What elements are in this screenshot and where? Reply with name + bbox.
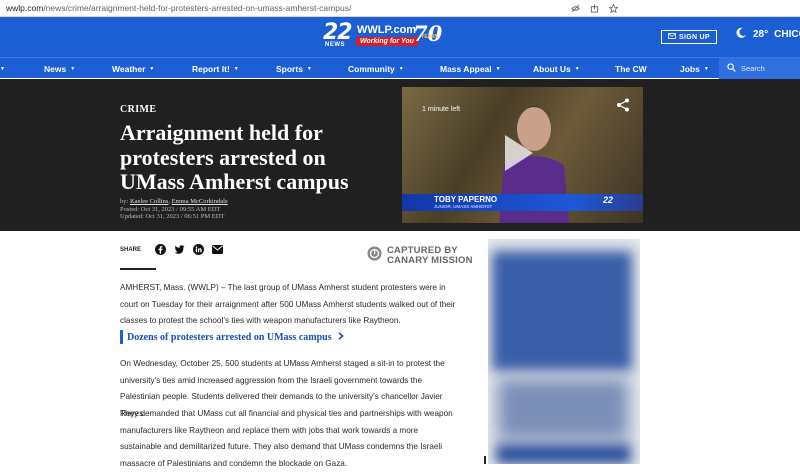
nav-item-the-cw[interactable]: The CW [615,58,647,79]
weather-city: CHICOP [774,29,800,40]
facebook-icon[interactable] [155,244,167,255]
article-headline: Arraignment held for protesters arrested… [120,120,349,194]
weather-temp: 28° [753,29,769,40]
author-link[interactable]: Emma McCorkindale [172,198,228,205]
lower-third-sub: JUNIOR, UMASS AMHERST [434,204,493,209]
search-placeholder: Search [741,64,765,73]
article-category[interactable]: CRIME [120,104,156,115]
nav-item-jobs[interactable]: Jobs ▼ [680,58,709,79]
chevron-down-icon: ▼ [398,65,404,72]
chevron-down-icon: ▼ [703,65,709,72]
share-icon[interactable] [616,98,630,115]
nav-item-label: Jobs [680,63,700,74]
nav-item-label: Sports [276,63,303,74]
sidebar-advertisement[interactable] [488,239,640,464]
nav-item-report-it[interactable]: Report It! ▼ [192,58,239,79]
share-label: SHARE [120,246,142,253]
logo-news: NEWS [325,42,345,48]
nav-overflow-caret[interactable]: ▼ [0,58,5,79]
moon-icon [735,27,747,42]
share-bar: SHARE [120,244,231,255]
article-meta: by: Kaelee Collins, Emma McCorkindale Po… [120,198,228,220]
canary-mission-icon [367,246,382,266]
byline-prefix: by: [120,198,129,205]
nav-item-label: The CW [615,63,647,74]
share-divider [120,268,156,270]
nav-item-label: Weather [112,63,146,74]
article-hero: CRIME Arraignment held for protesters ar… [0,79,800,231]
captured-line2: CANARY MISSION [387,255,473,266]
wwlp-logo[interactable]: 22 NEWS WWLP.com Working for You 70 YEAR… [323,20,442,52]
nav-item-label: About Us [533,63,571,74]
nav-item-sports[interactable]: Sports ▼ [276,58,312,79]
main-nav: ▼ News ▼ Weather ▼ Report It! ▼ Sports ▼ Com… [0,57,800,79]
lower-third-name: TOBY PAPERNO [434,195,498,204]
logo-site: WWLP.com [357,24,417,36]
video-player[interactable]: 1 minute left TOBY PAPERNO JUNIOR, UMASS… [402,87,643,223]
video-time-left: 1 minute left [422,106,461,113]
video-channel-badge: 22 [603,195,614,205]
author-link[interactable]: Kaelee Collins [130,198,168,205]
play-icon[interactable] [505,135,533,171]
chevron-right-icon [338,331,344,343]
signup-button[interactable]: SIGN UP [661,30,717,44]
nav-item-label: Community [348,63,395,74]
chevron-down-icon: ▼ [149,65,155,72]
nav-item-label: Report It! [192,63,230,74]
share-page-icon[interactable] [590,3,599,13]
nav-item-about-us[interactable]: About Us ▼ [533,58,580,79]
chevron-down-icon: ▼ [70,65,76,72]
chevron-down-icon: ▼ [233,65,239,72]
url-domain: wwlp.com [6,3,44,13]
logo-anniversary-sub: YEARS [421,34,439,40]
weather-widget[interactable]: 28° CHICOP [735,27,800,42]
nav-item-label: Mass Appeal [440,63,492,74]
related-article-link[interactable]: Dozens of protesters arrested on UMass c… [120,330,344,344]
search-input[interactable]: Search [719,58,800,79]
url-path: /news/crime/arraignment-held-for-protest… [43,3,352,13]
search-icon [727,63,736,74]
chevron-down-icon: ▼ [574,65,580,72]
related-link-label: Dozens of protesters arrested on UMass c… [127,331,332,343]
canary-mission-badge[interactable]: CAPTURED BY CANARY MISSION [367,246,473,266]
browser-url-bar[interactable]: wwlp.com/news/crime/arraignment-held-for… [0,0,800,17]
nav-item-news[interactable]: News ▼ [44,58,75,79]
posted-date: Posted: Oct 31, 2023 / 09:55 AM EDT [120,205,221,213]
nav-item-community[interactable]: Community ▼ [348,58,404,79]
envelope-icon [668,33,676,41]
url-text[interactable]: wwlp.com/news/crime/arraignment-held-for… [6,3,571,13]
site-header: 22 NEWS WWLP.com Working for You 70 YEAR… [0,17,800,57]
nav-item-weather[interactable]: Weather ▼ [112,58,154,79]
email-icon[interactable] [212,244,224,255]
eye-off-icon[interactable] [571,4,580,13]
chevron-down-icon: ▼ [495,65,501,72]
text-cursor [484,456,486,464]
twitter-icon[interactable] [174,244,185,255]
linkedin-icon[interactable] [193,244,205,255]
nav-item-label: News [44,63,67,74]
article-paragraph: AMHERST, Mass. (WWLP) – The last group o… [120,283,456,325]
chevron-down-icon: ▼ [306,65,312,72]
star-icon[interactable] [608,2,619,13]
logo-tagline: Working for You [356,37,418,46]
nav-item-mass-appeal[interactable]: Mass Appeal ▼ [440,58,501,79]
article-paragraph: They demanded that UMass cut all financi… [120,409,453,468]
updated-date: Updated: Oct 31, 2023 / 06:51 PM EDT [120,213,225,220]
signup-label: SIGN UP [679,33,710,41]
